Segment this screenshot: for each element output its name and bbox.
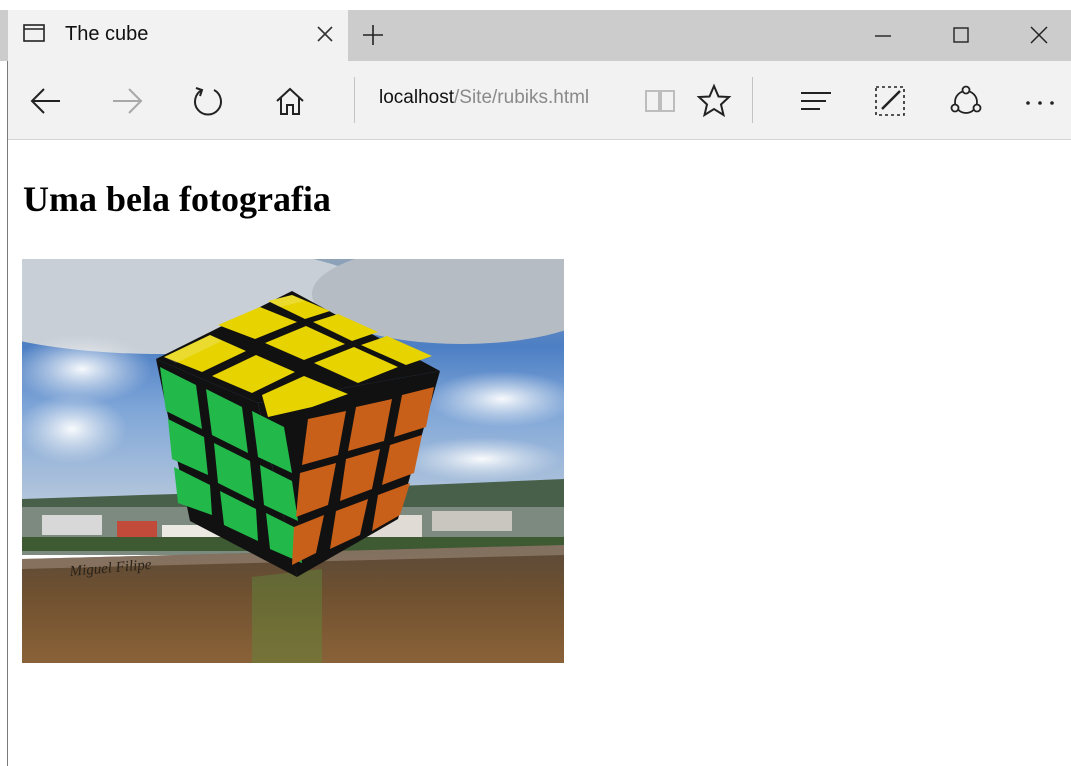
minimize-icon[interactable]: [872, 24, 894, 46]
web-note-icon[interactable]: [872, 83, 908, 119]
close-icon[interactable]: [314, 23, 336, 45]
rubiks-cube-photo: Miguel Filipe: [22, 259, 564, 663]
back-arrow-icon[interactable]: [28, 83, 64, 119]
page-content: Uma bela fotografia Miguel Filipe: [8, 140, 1071, 766]
navigation-bar: localhost/Site/rubiks.html: [8, 61, 1071, 140]
tab-strip: The cube: [0, 10, 1071, 61]
plus-icon[interactable]: [362, 24, 384, 46]
address-path: /Site/rubiks.html: [454, 87, 590, 108]
page-heading: Uma bela fotografia: [23, 179, 331, 219]
more-icon[interactable]: [1022, 83, 1058, 119]
toolbar-separator: [354, 77, 355, 123]
window-close-icon[interactable]: [1028, 24, 1050, 46]
favorite-star-icon[interactable]: [696, 83, 732, 119]
address-bar[interactable]: localhost/Site/rubiks.html: [379, 87, 589, 109]
tab-page-icon: [23, 24, 45, 42]
tab-title: The cube: [65, 23, 149, 45]
hub-icon[interactable]: [798, 83, 834, 119]
forward-arrow-icon[interactable]: [109, 83, 145, 119]
address-host: localhost: [379, 87, 454, 108]
tab-the-cube[interactable]: The cube: [8, 10, 348, 61]
refresh-icon[interactable]: [190, 83, 226, 119]
toolbar-separator-2: [752, 77, 753, 123]
home-icon[interactable]: [272, 83, 308, 119]
maximize-icon[interactable]: [950, 24, 972, 46]
browser-window: The cube localhost/Site/rubiks.html Uma …: [0, 0, 1071, 766]
share-icon[interactable]: [948, 83, 984, 119]
reading-view-icon[interactable]: [642, 83, 678, 119]
